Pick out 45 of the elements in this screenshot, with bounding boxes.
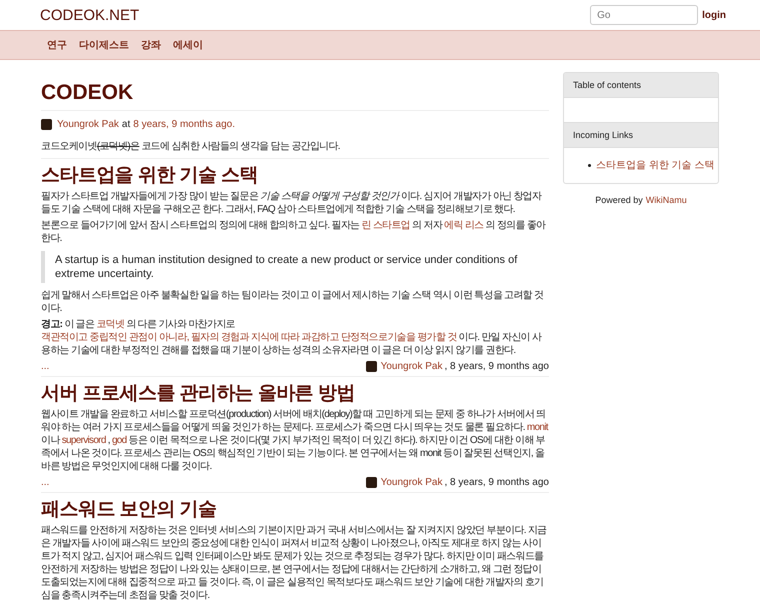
time-link[interactable]: 8 years, 9 months ago. [133,117,235,132]
avatar-icon [366,477,377,488]
paragraph: 웹사이트 개발을 완료하고 서비스할 프로덕션(production) 서버에 배치(deploy)할 때 고민하게 되는 문제 중 하나가 서버에서 띄워야 하는 여러 가지 프로세스들을 어떻게 띄울 것인가 하는 문제다. 프로세스가 죽으면 다시 띄우는 것도 물론 필요하다. monit 이나 supervisord , god 등은 이런 목적으로 나온 것이다(몇 가지 부가적인 목적이 더 있긴 하다). 하지만 이건 OS에 대한 이해 부족에서 나온 것이다. 프로세스 관리는 OS의 핵심적인 기반이 되는 기능이다. 본 연구에서는 왜 monit 등이 잘못된 선택인지, 올바른 방법은 무엇인지에 대해 다룰 것이다. [41,408,549,473]
intro-text: 코드오케이넷(코덕넷)은 코드에 심취한 사람들의 생각을 담는 공간입니다. [41,140,341,153]
nav-link[interactable]: 강좌 [141,38,161,52]
powered-by-text: Powered by [595,194,643,207]
site-title[interactable]: CODEOK.NET [40,8,140,22]
author-link[interactable]: Youngrok Pak [380,476,442,489]
paragraph: 패스워드를 안전하게 저장하는 것은 인터넷 서비스의 기본이지만 과거 국내 서비스에서는 잘 지켜지지 않았던 부분이다. 지금은 개발자들 사이에 패스워드 보안의 중요성에 대한 인식이 퍼져서 비교적 상황이 나아졌으나, 아직도 제대로 하지 않는 사이트가 적지 않고, 심지어 패스워드 입력 인터페이스만 봐도 문제가 있는 것으로 추정되는 경우가 많다. 하지만 이미 패스워드를 안전하게 저장하는 방법은 정답이 나와 있는 상태이므로, 본 연구에서는 정답에 대해서는 간단하게 소개하고, 왜 그런 정답이 도출되었는지에 대해 집중적으로 파고 들 것이다. 즉, 이 글은 실용적인 목적보다도 패스워드 보안 기술에 대한 개발자의 호기심을 충족시켜주는데 초점을 맞출 것이다. [41,524,548,600]
search-field[interactable]: Go [590,5,698,25]
inline-link[interactable]: 객관적이고 중립적인 관점이 아니라, 필자의 경험과 지식에 따라 과감하고 단정적으로 [41,332,388,343]
incoming-link[interactable]: 스타트업을 위한 기술 스택 [596,158,714,173]
read-more-link[interactable]: ... [41,476,50,489]
post-time: , 8 years, 9 months ago [444,476,549,489]
avatar-icon [41,119,52,130]
inline-link[interactable]: 코덕넷 [96,319,124,330]
post-title[interactable]: 패스워드 보안의 기술 [41,499,549,521]
nav-link[interactable]: 연구 [47,38,67,52]
inline-link[interactable]: monit [526,422,548,433]
block-quote: A startup is a human institution designed to create a new product or service under conditions of extreme uncertainty. [41,251,549,283]
powered-by-link[interactable]: WikiNamu [646,194,687,208]
avatar-icon [366,361,377,372]
inline-link[interactable]: 기술을 평가할 것 [387,332,457,343]
paragraph: 쉽게 말해서 스타트업은 아주 불확실한 일을 하는 팀이라는 것이고 이 글에서 제시하는 기술 스택 역시 이런 특성을 고려할 것이다. [41,289,544,315]
page-title: CODEOK [41,80,134,106]
read-more-link[interactable]: ... [41,360,50,373]
paragraph: 본론으로 들어가기에 앞서 잠시 스타트업의 정의에 대해 합의하고 싶다. 필자는 린 스타트업 의 저자 에릭 리스 의 정의를 좋아한다. [41,219,547,245]
inline-link[interactable]: god [112,435,127,446]
nav-link[interactable]: 다이제스트 [79,38,129,52]
nav-link[interactable]: 에세이 [173,38,203,52]
bullet-icon [588,164,591,167]
paragraph: 경고: 이 글은 코덕넷 의 다른 기사와 마찬가지로 객관적이고 중립적인 관점이 아니라, 필자의 경험과 지식에 따라 과감하고 단정적으로기술을 평가할 것 이다. 만일 자신이 사용하는 기술에 대한 부정적인 견해를 접했을 때 기분이 상하는 성격의 소유자라면 이 글은 더 이상 읽지 않기를 권한다. [41,318,543,357]
author-link[interactable]: Youngrok Pak [57,117,119,132]
panel-heading: Table of contents [564,73,718,98]
inline-link[interactable]: 에릭 리스 [444,220,484,231]
author-link[interactable]: Youngrok Pak [380,360,442,373]
inline-link[interactable]: 린 스타트업 [361,220,410,231]
login-link[interactable]: login [702,8,726,22]
paragraph: 필자가 스타트업 개발자들에게 가장 많이 받는 질문은 기술 스택을 어떻게 구성할 것인가 이다. 심지어 개발자가 아닌 창업자들도 기술 스택에 대해 자문을 구해오곤 한다. 그래서, FAQ 삼아 스타트업에게 적합한 기술 스택을 정리해보기로 했다. [41,190,543,216]
meta-text: at [122,118,130,132]
post-title[interactable]: 스타트업을 위한 기술 스택 [41,165,549,187]
panel-heading: Incoming Links [564,122,718,148]
inline-link[interactable]: supervisord [62,435,106,446]
post-time: , 8 years, 9 months ago [444,360,549,373]
post-title[interactable]: 서버 프로세스를 관리하는 올바른 방법 [41,383,549,405]
